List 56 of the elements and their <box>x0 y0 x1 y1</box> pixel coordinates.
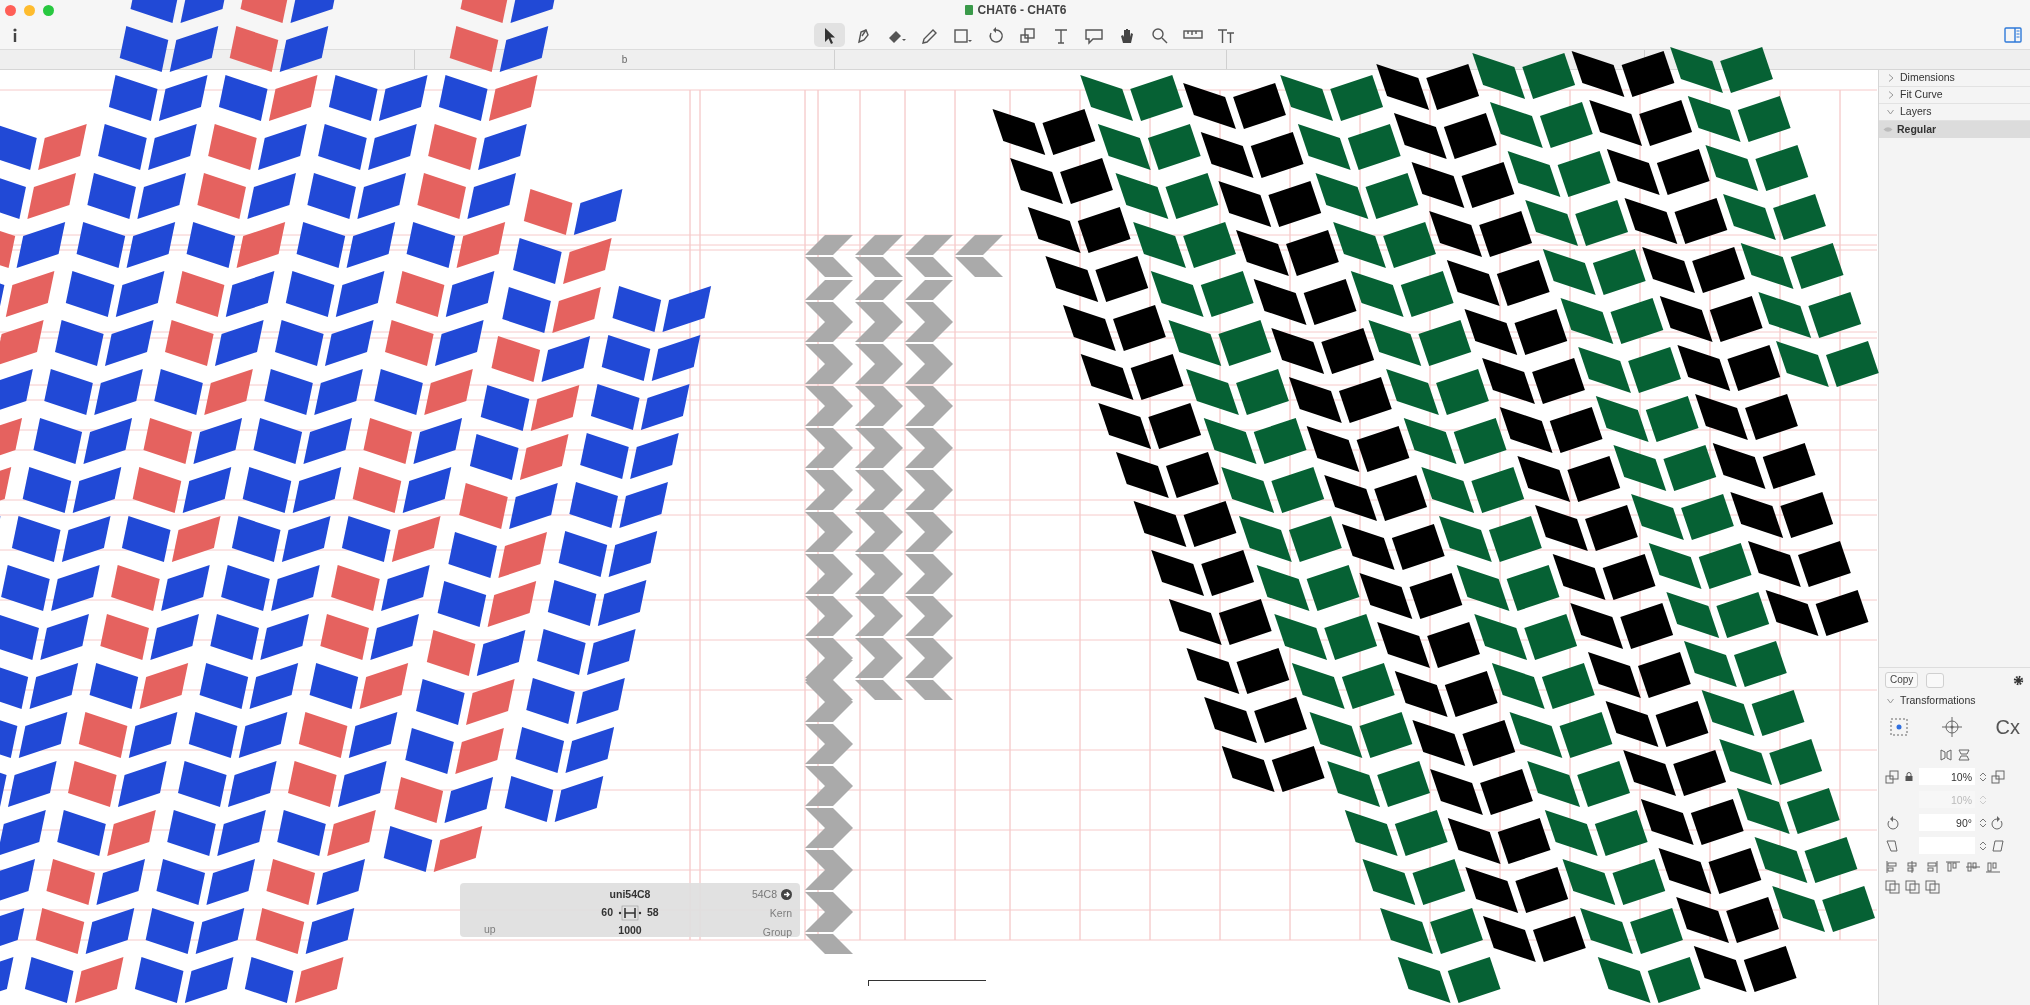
group-label: Group <box>762 924 792 940</box>
chevron-icon[interactable] <box>1887 91 1894 99</box>
ruler-icon <box>1182 30 1203 39</box>
tab-label[interactable]: b <box>621 52 628 67</box>
arrow-circle-icon[interactable] <box>781 889 792 901</box>
align-right-icon[interactable] <box>1925 860 1941 874</box>
slant-right-icon[interactable] <box>1991 838 2005 853</box>
sidebar-toggle-icon[interactable] <box>2004 26 2022 43</box>
align-top-icon[interactable] <box>1945 860 1961 874</box>
scale-up-icon[interactable] <box>1991 769 2005 784</box>
glyph-name: uni54C8 <box>609 887 651 902</box>
window-control-dot <box>43 4 54 16</box>
flip-horizontal-icon[interactable] <box>1938 748 1953 762</box>
tool-button[interactable] <box>814 22 845 47</box>
origin-label[interactable]: Cx <box>1995 712 2020 742</box>
right-sidebearing: 58 <box>647 904 659 920</box>
unicode-value: 54C8 <box>751 887 777 902</box>
copy-button[interactable]: Copy <box>1885 672 1919 688</box>
rotate-left-icon[interactable] <box>1885 815 1899 830</box>
glyph-width: 1000 <box>618 922 642 938</box>
chevron-icon[interactable] <box>1887 108 1894 116</box>
subtract-icon[interactable] <box>1905 880 1921 894</box>
lock-icon[interactable] <box>1905 772 1913 781</box>
value-field[interactable]: 10% <box>1919 768 1975 785</box>
eye-icon <box>1883 126 1893 133</box>
layer-name: Regular <box>1897 121 1937 137</box>
section-header[interactable]: Transformations <box>1900 692 1976 709</box>
kern-label: Kern <box>769 905 792 921</box>
settings-icon[interactable] <box>2013 674 2024 686</box>
scale-down-icon[interactable] <box>1885 769 1899 784</box>
flip-vertical-icon[interactable] <box>1956 748 1971 762</box>
crosshair-icon[interactable] <box>1941 716 1964 738</box>
bounding-box-icon[interactable] <box>1889 717 1909 737</box>
stepper-icon[interactable] <box>1979 816 1987 829</box>
document-icon <box>963 4 974 16</box>
slant-left-icon[interactable] <box>1885 838 1899 853</box>
align-middle-icon[interactable] <box>1965 860 1981 874</box>
align-bottom-icon[interactable] <box>1985 860 2001 874</box>
left-sidebearing: 60 <box>601 904 613 920</box>
chevron-icon[interactable] <box>1887 74 1894 82</box>
window-control-dot <box>5 4 16 16</box>
intersect-icon[interactable] <box>1925 880 1941 894</box>
section-header[interactable]: Fit Curve <box>1900 87 1943 103</box>
chevron-icon[interactable] <box>1887 696 1894 705</box>
rotate-right-icon[interactable] <box>1991 815 2005 830</box>
section-header[interactable]: Layers <box>1900 104 1932 120</box>
metrics-glyph-icon <box>617 904 643 921</box>
layer-row[interactable]: Regular <box>1879 121 2030 138</box>
window-title: CHAT6 - CHAT6 <box>977 2 1067 19</box>
value-field[interactable]: 90° <box>1919 814 1975 831</box>
stepper-icon[interactable] <box>1979 770 1987 783</box>
section-header[interactable]: Dimensions <box>1900 70 1955 86</box>
union-icon[interactable] <box>1885 880 1901 894</box>
group-label: up <box>484 922 496 937</box>
stepper-icon[interactable] <box>1979 839 1987 852</box>
window-control-dot <box>24 4 35 16</box>
